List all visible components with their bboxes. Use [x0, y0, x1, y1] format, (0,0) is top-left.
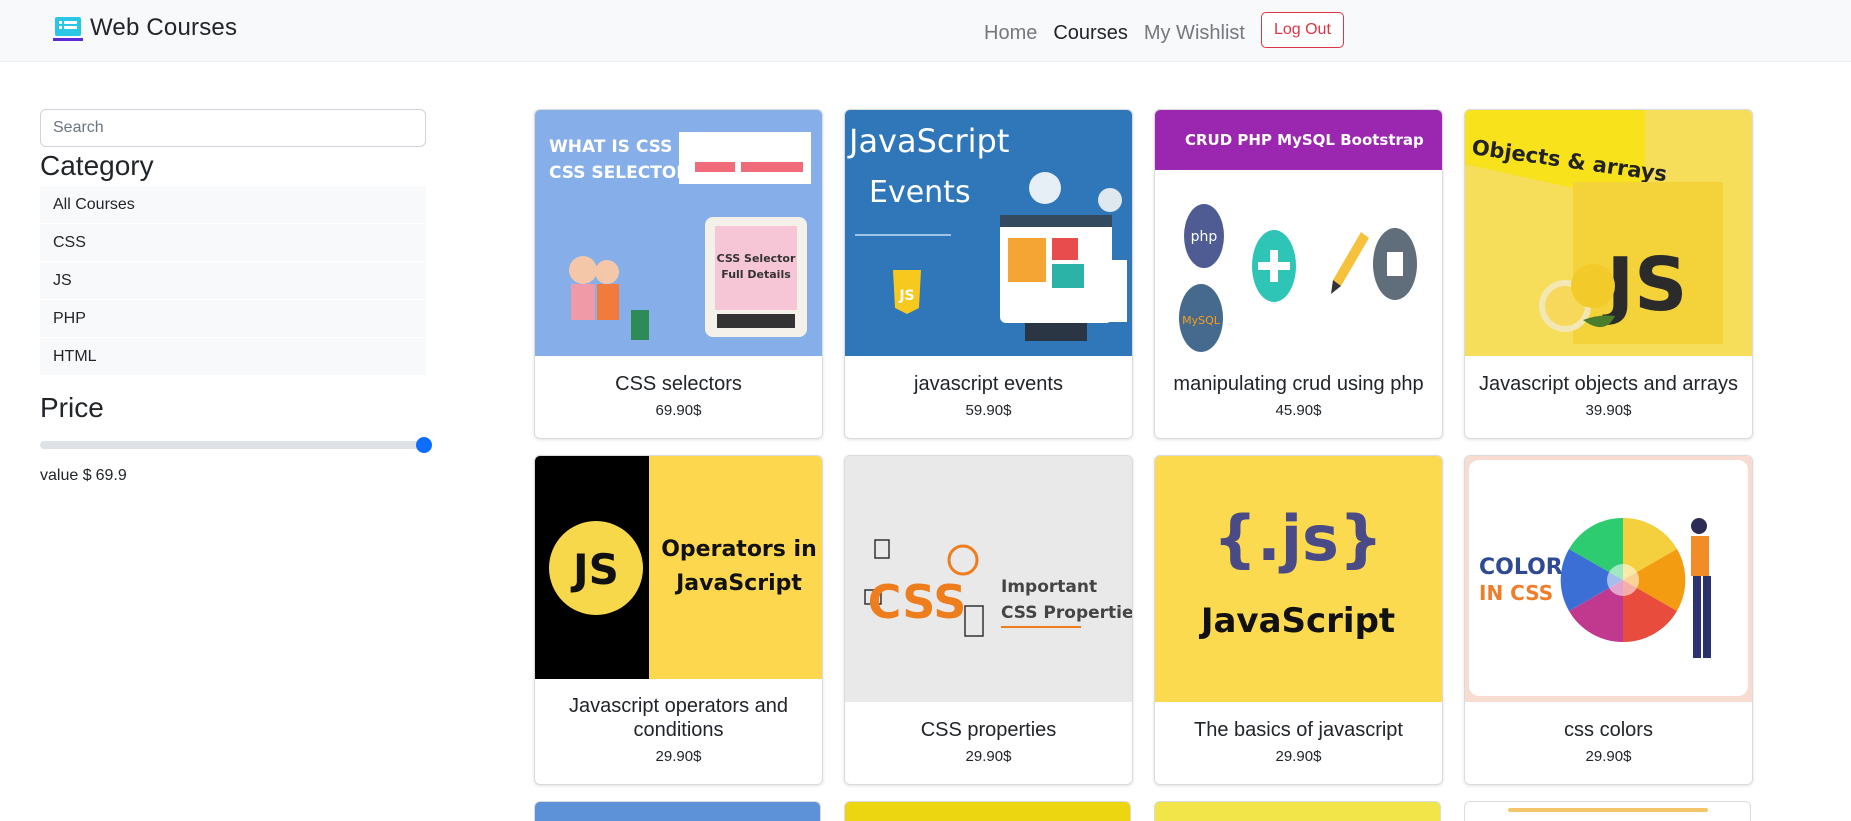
category-item-js[interactable]: JS [40, 262, 426, 300]
price-value-number: 69.9 [95, 467, 127, 484]
svg-text:JavaScript: JavaScript [847, 122, 1009, 160]
course-title: Javascript operators and conditions [568, 695, 788, 741]
course-card[interactable]: {.js} JavaScript The basics of javascrip… [1154, 455, 1443, 785]
course-price: 29.90$ [655, 748, 702, 765]
partial-thumbnail-strip [1507, 808, 1708, 812]
course-price: 59.90$ [965, 401, 1012, 419]
svg-text:JavaScript: JavaScript [674, 571, 802, 596]
course-card-partial[interactable] [844, 801, 1131, 821]
css-colors-thumbnail: COLOR IN CSS [1465, 456, 1752, 702]
category-item-html[interactable]: HTML [40, 338, 426, 376]
filter-sidebar: Category All Courses CSS JS PHP HTML Pri… [40, 109, 433, 485]
course-card[interactable]: Objects & arrays JS Javascript objects a… [1464, 109, 1753, 439]
javascript-events-thumbnail: JavaScript Events JS [845, 110, 1132, 356]
svg-text:CSS: CSS [868, 575, 967, 629]
course-card-body: CSS selectors 69.90$ [535, 356, 822, 438]
category-item-all[interactable]: All Courses [40, 186, 426, 224]
course-title: manipulating crud using php [1173, 372, 1424, 395]
svg-text:Operators in: Operators in [661, 537, 817, 562]
js-operators-thumbnail: JS Operators in JavaScript [535, 456, 822, 679]
price-slider-thumb[interactable] [416, 437, 433, 453]
svg-text:IN CSS: IN CSS [1479, 581, 1553, 605]
svg-text:php: php [1191, 229, 1218, 245]
js-basics-thumbnail: {.js} JavaScript [1155, 456, 1442, 702]
category-item-css[interactable]: CSS [40, 224, 426, 262]
css-selector-thumbnail: WHAT IS CSS ? CSS SELECTOR ? CSS Selecto… [535, 110, 822, 356]
course-price: 29.90$ [1585, 747, 1632, 765]
svg-text:Full Details: Full Details [721, 268, 791, 281]
nav-wishlist-link[interactable]: My Wishlist [1144, 22, 1245, 45]
course-price: 29.90$ [1275, 747, 1322, 765]
course-card[interactable]: CSS Important CSS Properties CSS propert… [844, 455, 1133, 785]
crud-php-thumbnail: CRUD PHP MySQL Bootstrap php MySQL [1155, 110, 1442, 356]
price-heading: Price [40, 392, 104, 423]
price-value-label: value $ [40, 467, 92, 484]
svg-text:WHAT IS CSS ?: WHAT IS CSS ? [549, 137, 688, 157]
course-grid: WHAT IS CSS ? CSS SELECTOR ? CSS Selecto… [534, 109, 1756, 821]
svg-text:JS: JS [570, 545, 619, 594]
top-navbar: Web Courses Home Courses My Wishlist Log… [0, 0, 1851, 62]
price-slider-track [40, 441, 426, 449]
course-card-body: Javascript objects and arrays 39.90$ [1465, 356, 1752, 438]
course-title: Javascript objects and arrays [1478, 372, 1738, 395]
logout-button[interactable]: Log Out [1260, 12, 1344, 48]
svg-text:JavaScript: JavaScript [1199, 601, 1395, 641]
svg-text:{.js}: {.js} [1213, 502, 1383, 575]
category-item-php[interactable]: PHP [40, 300, 426, 338]
category-list: All Courses CSS JS PHP HTML [40, 186, 426, 376]
brand-name: Web Courses [90, 14, 238, 41]
course-card[interactable]: JavaScript Events JS javascript events 5… [844, 109, 1133, 439]
search-input[interactable] [40, 109, 426, 147]
svg-text:CSS Properties: CSS Properties [1001, 603, 1132, 623]
course-price: 69.90$ [655, 401, 702, 419]
svg-text:Events: Events [869, 175, 971, 210]
course-price: 29.90$ [965, 747, 1012, 765]
category-heading: Category [40, 150, 154, 181]
course-card-body: Javascript operators and conditions 29.9… [535, 679, 822, 784]
course-card-partial[interactable] [1154, 801, 1441, 821]
brand[interactable]: Web Courses [52, 12, 237, 44]
course-title: CSS selectors [615, 372, 742, 395]
svg-text:JS: JS [898, 288, 914, 304]
nav-courses-link[interactable]: Courses [1053, 22, 1127, 45]
course-title: The basics of javascript [1194, 718, 1403, 741]
course-card[interactable]: JS Operators in JavaScript Javascript op… [534, 455, 823, 785]
course-card-body: javascript events 59.90$ [845, 356, 1132, 438]
course-card[interactable]: WHAT IS CSS ? CSS SELECTOR ? CSS Selecto… [534, 109, 823, 439]
course-price: 45.90$ [1275, 401, 1322, 419]
svg-text:MySQL: MySQL [1182, 314, 1221, 327]
price-value-readout: value $ 69.9 [40, 467, 426, 485]
course-title: javascript events [914, 372, 1063, 395]
course-card-body: CSS properties 29.90$ [845, 702, 1132, 784]
course-card[interactable]: CRUD PHP MySQL Bootstrap php MySQL manip… [1154, 109, 1443, 439]
price-slider[interactable] [40, 435, 433, 453]
svg-text:CRUD PHP MySQL Bootstrap: CRUD PHP MySQL Bootstrap [1185, 131, 1424, 149]
main-nav: Home Courses My Wishlist Log Out [984, 12, 1344, 48]
course-price: 39.90$ [1585, 401, 1632, 419]
course-title: CSS properties [920, 718, 1057, 741]
course-title: css colors [1564, 718, 1653, 741]
js-objects-arrays-thumbnail: Objects & arrays JS [1465, 110, 1752, 356]
nav-home-link[interactable]: Home [984, 22, 1037, 45]
svg-text:Important: Important [1001, 577, 1097, 597]
laptop-book-icon [53, 17, 83, 41]
course-card-partial[interactable] [1464, 801, 1751, 821]
course-card-partial[interactable] [534, 801, 821, 821]
course-card-body: manipulating crud using php 45.90$ [1155, 356, 1442, 438]
svg-text:COLOR: COLOR [1479, 555, 1563, 580]
css-properties-thumbnail: CSS Important CSS Properties [845, 456, 1132, 702]
course-card-body: css colors 29.90$ [1465, 702, 1752, 784]
course-card-body: The basics of javascript 29.90$ [1155, 702, 1442, 784]
svg-text:CSS Selector: CSS Selector [717, 252, 796, 265]
course-card[interactable]: COLOR IN CSS css colors 29.90$ [1464, 455, 1753, 785]
